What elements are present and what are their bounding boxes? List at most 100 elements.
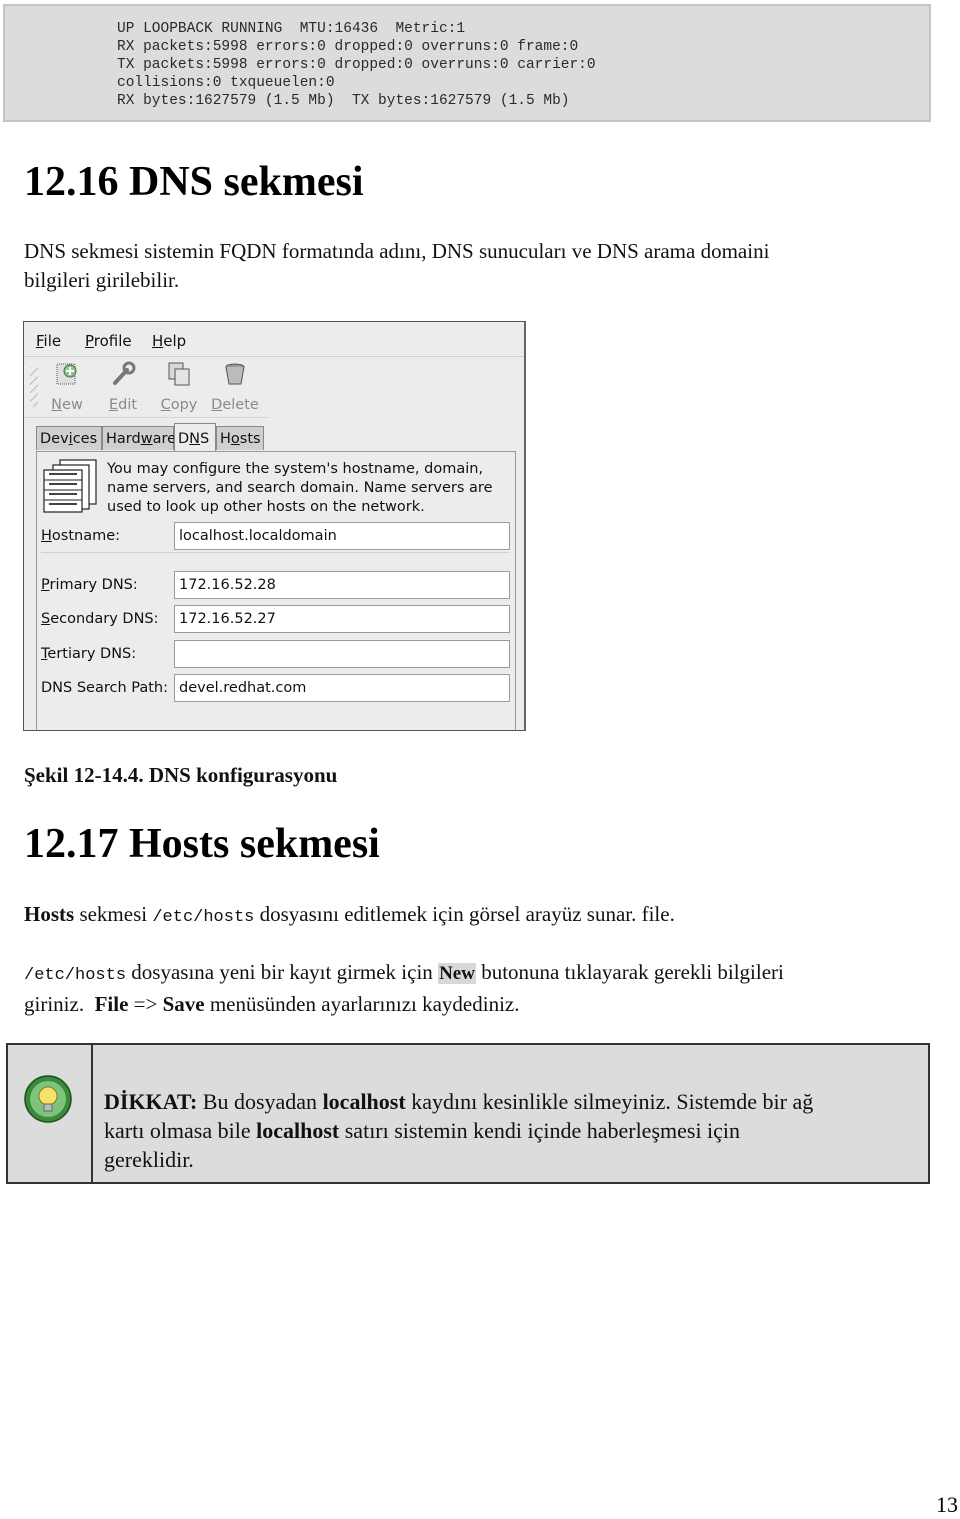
primary-dns-input[interactable]: 172.16.52.28: [174, 571, 510, 599]
info-line: name servers, and search domain. Name se…: [107, 480, 493, 496]
tab-label: sts: [239, 431, 261, 447]
tab-label: Dev: [40, 431, 69, 447]
dns-tab-panel: You may configure the system's hostname,…: [36, 451, 516, 730]
code-block: UP LOOPBACK RUNNING MTU:16436 Metric:1 R…: [3, 4, 931, 122]
text: dosyasına yeni bir kayıt girmek için: [126, 960, 439, 984]
mnemonic: C: [160, 397, 171, 413]
new-button-reference: New: [438, 963, 476, 984]
tab-hardware[interactable]: Hardware: [102, 426, 177, 450]
code-line: RX packets:5998 errors:0 dropped:0 overr…: [117, 39, 579, 55]
tab-label: H: [220, 431, 231, 447]
mnemonic: E: [108, 397, 119, 413]
menu-help[interactable]: Help: [152, 332, 186, 350]
copy-button[interactable]: Copy: [154, 361, 204, 413]
text: giriniz.: [24, 992, 95, 1016]
menu-label: rofile: [93, 332, 132, 350]
new-icon: [56, 363, 77, 385]
tool-label: opy: [170, 397, 198, 413]
callout-divider: [91, 1045, 93, 1182]
delete-button[interactable]: Delete: [210, 361, 260, 413]
code-line: collisions:0 txqueuelen:0: [117, 75, 335, 91]
text: kartı olmasa bile: [104, 1118, 257, 1143]
menu-bar: File Profile Help: [24, 322, 524, 357]
dns-search-path-label: DNS Search Path:: [41, 680, 168, 696]
tool-label: elete: [222, 397, 259, 413]
tab-label: D: [178, 431, 190, 447]
dns-config-screenshot: File Profile Help New Edit Copy Delete D…: [23, 321, 526, 731]
mnemonic: N: [51, 397, 63, 413]
dns-servers-icon: [43, 459, 97, 513]
text: dosyasını editlemek için görsel arayüz s…: [254, 902, 675, 926]
text: kaydını kesinlikle silmeyiniz. Sistemde …: [405, 1089, 814, 1114]
code-path: /etc/hosts: [24, 966, 127, 985]
text: =>: [128, 992, 163, 1016]
tertiary-dns-label: Tertiary DNS:: [41, 646, 136, 662]
tab-label: S: [200, 431, 210, 447]
menu-label: elp: [163, 332, 187, 350]
info-line: used to look up other hosts on the netwo…: [107, 499, 425, 515]
code-line: TX packets:5998 errors:0 dropped:0 overr…: [117, 57, 596, 73]
figure-caption: Şekil 12-14.4. DNS konfigurasyonu: [24, 763, 338, 787]
mnemonic: H: [41, 528, 52, 544]
mnemonic: D: [211, 397, 223, 413]
paragraph-hosts-1: Hosts sekmesi /etc/hosts dosyasını editl…: [24, 900, 675, 932]
bold-term: Save: [162, 992, 205, 1016]
paragraph-hosts-2: /etc/hosts dosyasına yeni bir kayıt girm…: [24, 958, 784, 1019]
dns-info-text: You may configure the system's hostname,…: [107, 460, 493, 517]
mnemonic: N: [189, 431, 201, 447]
menu-profile[interactable]: Profile: [85, 332, 132, 350]
mnemonic: o: [230, 431, 240, 447]
toolbar: New Edit Copy Delete: [24, 357, 269, 418]
primary-dns-label: Primary DNS:: [41, 577, 138, 593]
text: sekmesi: [74, 902, 153, 926]
label-text: rimary DNS:: [49, 577, 138, 593]
menu-label: ile: [43, 332, 62, 350]
tab-hosts[interactable]: Hosts: [216, 426, 264, 450]
mnemonic: S: [41, 611, 51, 627]
dns-search-path-input[interactable]: devel.redhat.com: [174, 674, 510, 702]
bold-term: localhost: [322, 1089, 406, 1114]
lightbulb-icon: [24, 1075, 72, 1123]
warning-label: DİKKAT:: [104, 1089, 198, 1114]
paragraph-line: bilgileri girilebilir.: [24, 268, 180, 292]
delete-icon: [225, 363, 245, 385]
code-path: /etc/hosts: [152, 908, 255, 927]
mnemonic: P: [41, 577, 50, 593]
copy-icon: [168, 362, 190, 386]
mnemonic: F: [36, 332, 44, 350]
secondary-dns-label: Secondary DNS:: [41, 611, 159, 627]
edit-icon: [113, 361, 136, 385]
text: gereklidir.: [104, 1147, 194, 1172]
menu-file[interactable]: File: [36, 332, 61, 350]
mnemonic: w: [140, 431, 153, 447]
mnemonic: P: [85, 332, 94, 350]
code-line: RX bytes:1627579 (1.5 Mb) TX bytes:16275…: [117, 93, 570, 109]
warning-callout: DİKKAT: Bu dosyadan localhost kaydını ke…: [6, 1043, 930, 1184]
tab-dns[interactable]: DNS: [174, 423, 216, 451]
bold-term: localhost: [256, 1118, 340, 1143]
paragraph-line: DNS sekmesi sistemin FQDN formatında adı…: [24, 239, 770, 263]
code-line: UP LOOPBACK RUNNING MTU:16436 Metric:1: [117, 21, 466, 37]
toolbar-grip-handle[interactable]: [30, 367, 38, 407]
hostname-input[interactable]: localhost.localdomain: [174, 522, 510, 550]
tab-devices[interactable]: Devices: [36, 426, 102, 450]
tab-label: Hard: [106, 431, 141, 447]
edit-button[interactable]: Edit: [98, 361, 148, 413]
label-text: ostname:: [51, 528, 121, 544]
tertiary-dns-input[interactable]: [174, 640, 510, 668]
page-number: 13: [936, 1492, 958, 1517]
section-heading-hosts: 12.17 Hosts sekmesi: [24, 821, 380, 867]
divider: [41, 552, 509, 553]
label-text: ertiary DNS:: [47, 646, 137, 662]
paragraph-dns: DNS sekmesi sistemin FQDN formatında adı…: [24, 237, 769, 295]
new-button[interactable]: New: [42, 361, 92, 413]
section-heading-dns: 12.16 DNS sekmesi: [24, 159, 364, 205]
text: menüsünden ayarlarınızı kaydediniz.: [204, 992, 520, 1016]
warning-text: DİKKAT: Bu dosyadan localhost kaydını ke…: [104, 1087, 813, 1174]
bold-term: Hosts: [24, 902, 75, 926]
tab-label: are: [152, 431, 177, 447]
info-line: You may configure the system's hostname,…: [107, 461, 484, 477]
text: butonuna tıklayarak gerekli bilgileri: [475, 960, 784, 984]
hostname-label: Hostname:: [41, 528, 120, 544]
secondary-dns-input[interactable]: 172.16.52.27: [174, 605, 510, 633]
